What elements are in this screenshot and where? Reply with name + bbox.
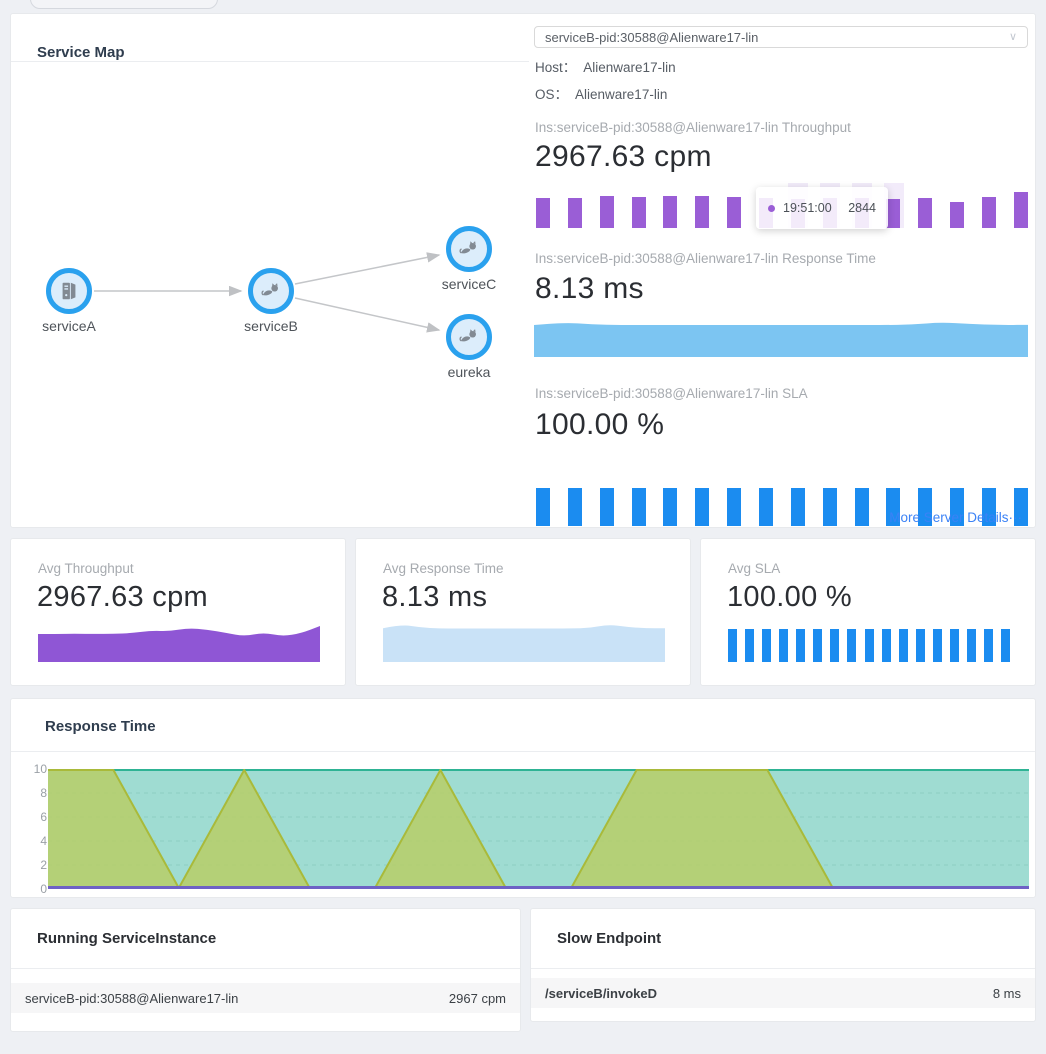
service-map-panel: Service Map serviceA — [10, 13, 1036, 528]
avg-throughput-card: Avg Throughput 2967.63 cpm — [10, 538, 346, 686]
service-map-title: Service Map — [37, 44, 125, 61]
tomcat-icon — [260, 280, 282, 302]
endpoint-row[interactable]: /serviceB/invokeD 8 ms — [531, 978, 1035, 1008]
node-ring — [446, 226, 492, 272]
card-label: Avg Throughput — [38, 561, 134, 576]
instance-sla-label: Ins:serviceB-pid:30588@Alienware17-lin S… — [535, 386, 808, 401]
series-dot-icon — [768, 205, 775, 212]
avg-response-time-chart — [383, 622, 665, 662]
instance-throughput-label: Ins:serviceB-pid:30588@Alienware17-lin T… — [535, 120, 851, 135]
card-value: 100.00 % — [727, 581, 852, 614]
node-label: serviceB — [211, 318, 331, 334]
node-label: serviceA — [9, 318, 129, 334]
service-map-canvas: serviceA serviceB — [11, 62, 539, 529]
endpoint-latency: 8 ms — [993, 986, 1021, 1001]
more-server-details-link[interactable]: More Server Details··· — [889, 510, 1022, 525]
node-ring — [446, 314, 492, 360]
avg-response-time-card: Avg Response Time 8.13 ms — [355, 538, 691, 686]
os-value: Alienware17-lin — [575, 87, 667, 102]
service-node-serviceA[interactable]: serviceA — [46, 268, 92, 314]
slow-endpoint-panel: Slow Endpoint /serviceB/invokeD 8 ms — [530, 908, 1036, 1022]
avg-sla-chart — [728, 629, 1010, 662]
response-time-title: Response Time — [45, 718, 156, 735]
node-ring — [248, 268, 294, 314]
divider — [11, 968, 520, 969]
instance-response-value: 8.13 ms — [535, 272, 644, 306]
instance-sla-value: 100.00 % — [535, 408, 664, 442]
tooltip-value: 2844 — [848, 201, 876, 215]
host-label: Host： — [535, 60, 576, 75]
host-line: Host： Alienware17-lin — [535, 56, 676, 76]
avg-throughput-chart — [38, 622, 320, 662]
card-value: 2967.63 cpm — [37, 581, 208, 614]
divider — [11, 751, 1035, 752]
os-line: OS： Alienware17-lin — [535, 83, 667, 103]
server-icon — [58, 280, 80, 302]
instance-throughput: 2967 cpm — [449, 991, 506, 1006]
node-ring — [46, 268, 92, 314]
service-node-eureka[interactable]: eureka — [446, 314, 492, 360]
summary-cards-row: Avg Throughput 2967.63 cpm Avg Response … — [10, 538, 1036, 686]
tomcat-icon — [458, 326, 480, 348]
endpoint-name: /serviceB/invokeD — [545, 986, 657, 1001]
response-time-panel: Response Time 1086420 — [10, 698, 1036, 898]
running-instance-title: Running ServiceInstance — [37, 930, 216, 947]
tooltip-time: 19:51:00 — [783, 201, 832, 215]
divider — [531, 968, 1035, 969]
service-node-serviceC[interactable]: serviceC — [446, 226, 492, 272]
card-label: Avg SLA — [728, 561, 780, 576]
instance-response-label: Ins:serviceB-pid:30588@Alienware17-lin R… — [535, 251, 876, 266]
service-node-serviceB[interactable]: serviceB — [248, 268, 294, 314]
card-label: Avg Response Time — [383, 561, 504, 576]
instance-detail-column: serviceB-pid:30588@Alienware17-lin ∨ Hos… — [534, 14, 1028, 529]
card-value: 8.13 ms — [382, 581, 487, 614]
instance-select-value: serviceB-pid:30588@Alienware17-lin — [545, 30, 758, 45]
instance-throughput-value: 2967.63 cpm — [535, 140, 712, 174]
slow-endpoint-title: Slow Endpoint — [557, 930, 661, 947]
running-instance-panel: Running ServiceInstance serviceB-pid:305… — [10, 908, 521, 1032]
node-label: serviceC — [409, 276, 529, 292]
host-value: Alienware17-lin — [583, 60, 675, 75]
instance-name: serviceB-pid:30588@Alienware17-lin — [25, 991, 238, 1006]
node-label: eureka — [409, 364, 529, 380]
chart-tooltip: 19:51:00 2844 — [756, 187, 888, 229]
y-axis-labels: 1086420 — [11, 761, 47, 897]
response-time-chart — [48, 769, 1029, 889]
avg-sla-card: Avg SLA 100.00 % — [700, 538, 1036, 686]
instance-select[interactable]: serviceB-pid:30588@Alienware17-lin ∨ — [534, 26, 1028, 48]
chevron-down-icon: ∨ — [1009, 32, 1017, 43]
instance-row[interactable]: serviceB-pid:30588@Alienware17-lin 2967 … — [11, 983, 520, 1013]
instance-response-chart — [534, 314, 1028, 357]
tomcat-icon — [458, 238, 480, 260]
time-range-select-truncated[interactable] — [30, 0, 218, 9]
os-label: OS： — [535, 87, 568, 102]
